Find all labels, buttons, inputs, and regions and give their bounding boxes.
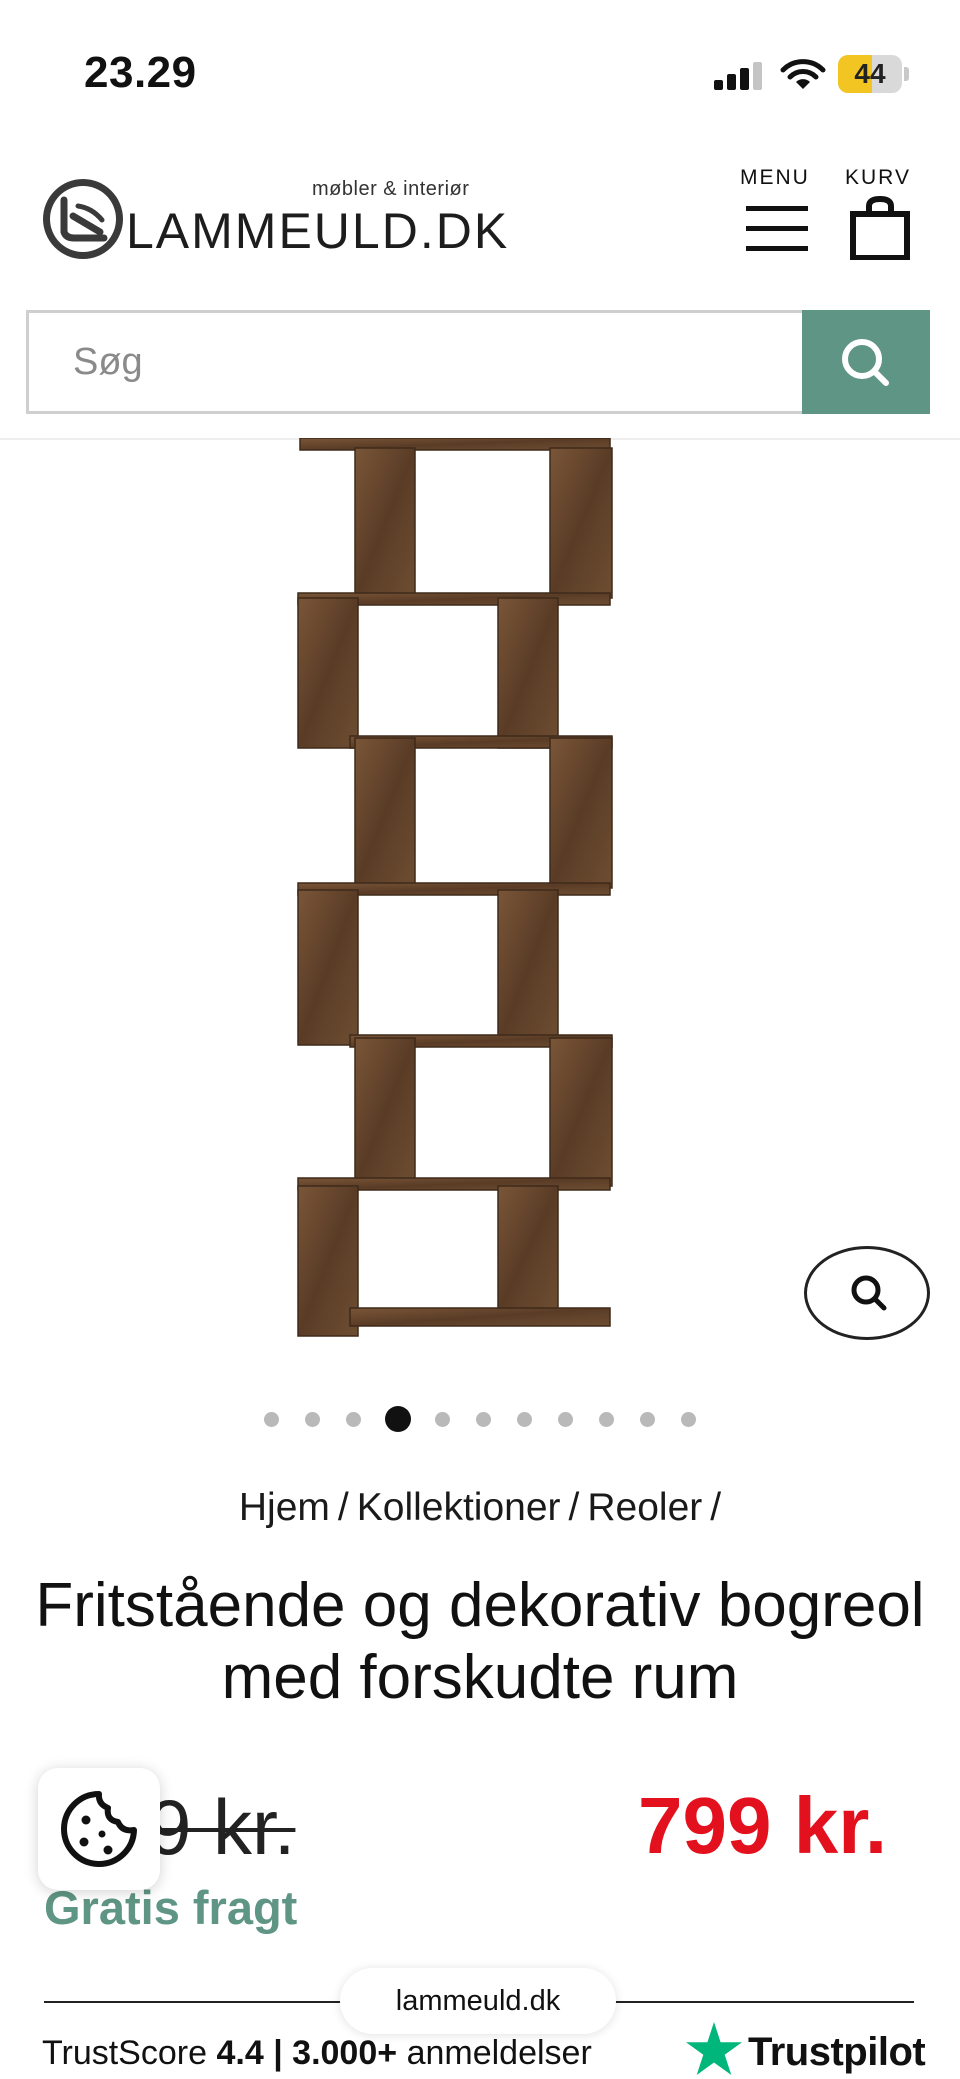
carousel-dot[interactable] [435,1411,450,1427]
reviews-label: anmeldelser [406,2034,592,2072]
breadcrumb-shelves[interactable]: Reoler [587,1486,702,1529]
breadcrumb: Hjem / Kollektioner / Reoler / [0,1486,960,1530]
logo-text[interactable]: LAMMEULD.DK [126,202,509,260]
carousel-dot[interactable] [476,1411,491,1427]
sale-price: 799 kr. [638,1781,888,1870]
breadcrumb-collections[interactable]: Kollektioner [357,1486,561,1529]
search-icon [842,339,889,386]
carousel-dot[interactable] [599,1411,614,1427]
product-title: Fritstående og dekorativ bogreol med for… [35,1571,925,1712]
carousel-dot-active[interactable] [385,1406,411,1432]
carousel-dots [0,1404,960,1434]
review-count: 3.000+ [292,2034,398,2072]
trustpilot-logo-text[interactable]: Trustpilot [748,2030,926,2075]
old-price: 9 kr. [148,1783,296,1871]
trustscore-row[interactable]: TrustScore 4.4 | 3.000+ anmeldelser [42,2034,592,2073]
trustscore-separator: | [273,2034,283,2072]
wifi-icon [780,59,826,89]
status-time: 23.29 [84,48,197,97]
search-bar [26,310,930,414]
hamburger-menu-icon[interactable] [746,204,810,254]
battery-level: 44 [854,58,886,89]
battery-indicator: 44 [838,55,910,93]
product-image-bookshelf[interactable] [290,438,620,1350]
trustscore-label: TrustScore [42,2034,208,2072]
search-button[interactable] [802,310,930,414]
trustscore-value: 4.4 [216,2034,264,2072]
menu-label[interactable]: MENU [740,166,810,190]
browser-url-bar[interactable]: lammeuld.dk [340,1968,616,2034]
logo-tagline: møbler & interiør [312,178,470,200]
carousel-dot[interactable] [558,1411,573,1427]
carousel-dot[interactable] [517,1411,532,1427]
breadcrumb-separator: / [710,1486,722,1529]
carousel-dot[interactable] [264,1411,279,1427]
carousel-dot[interactable] [681,1411,696,1427]
magnifier-icon [851,1275,887,1311]
breadcrumb-home[interactable]: Hjem [239,1486,330,1529]
zoom-button[interactable] [804,1246,930,1340]
carousel-dot[interactable] [305,1411,320,1427]
breadcrumb-separator: / [337,1486,349,1529]
carousel-dot[interactable] [640,1411,655,1427]
carousel-dot[interactable] [346,1411,361,1427]
trustpilot-star-icon [686,2022,742,2075]
cookie-icon [61,1791,137,1867]
breadcrumb-separator: / [568,1486,580,1529]
cart-label[interactable]: KURV [845,166,911,190]
logo-mark-icon[interactable] [40,176,126,262]
search-input[interactable] [26,310,849,414]
cookie-settings-button[interactable] [38,1768,160,1890]
cellular-signal-icon [714,62,762,90]
shopping-bag-icon[interactable] [850,196,910,260]
